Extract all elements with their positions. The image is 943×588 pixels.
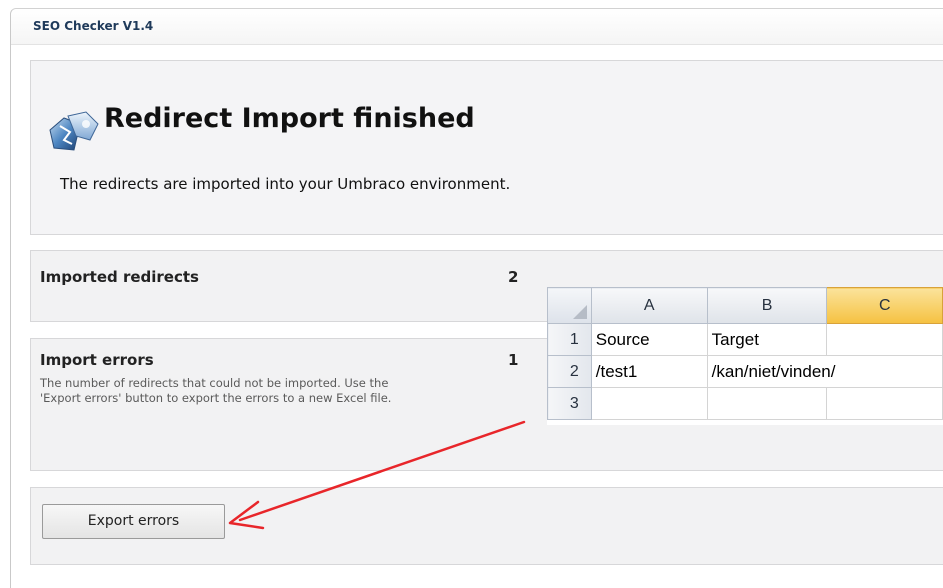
window-title: SEO Checker V1.4	[33, 19, 154, 33]
seo-checker-logo-icon	[49, 111, 99, 151]
header-panel	[30, 60, 943, 235]
row-header-1[interactable]: 1	[547, 323, 592, 356]
row-header-2[interactable]: 2	[547, 355, 592, 388]
column-header-c[interactable]: C	[826, 287, 943, 324]
select-all-triangle-icon	[572, 305, 587, 319]
seo-checker-app: SEO Checker V1.4 Redirect Import finishe…	[0, 0, 943, 588]
cell-b3[interactable]	[706, 387, 828, 420]
export-errors-button[interactable]: Export errors	[42, 504, 225, 539]
page-title: Redirect Import finished	[104, 103, 475, 134]
import-errors-description: The number of redirects that could not b…	[40, 376, 392, 405]
title-bar: SEO Checker V1.4	[11, 9, 943, 45]
cell-a2[interactable]: /test1	[590, 355, 708, 388]
column-header-b[interactable]: B	[706, 287, 828, 324]
cell-c1[interactable]	[826, 323, 943, 356]
imported-redirects-label: Imported redirects	[40, 268, 199, 286]
imported-redirects-count: 2	[508, 268, 519, 286]
cell-b1[interactable]: Target	[706, 323, 828, 356]
excel-grid: A B C 1 Source Target 2 /test1 /kan/niet…	[547, 287, 943, 420]
cell-a1[interactable]: Source	[590, 323, 708, 356]
select-all-corner[interactable]	[547, 287, 592, 324]
import-errors-count: 1	[508, 351, 519, 369]
page-subtitle: The redirects are imported into your Umb…	[60, 175, 511, 193]
cell-b2[interactable]: /kan/niet/vinden/	[706, 355, 943, 388]
cell-c3[interactable]	[826, 387, 943, 420]
column-header-a[interactable]: A	[590, 287, 708, 324]
import-errors-label: Import errors	[40, 351, 154, 369]
row-header-3[interactable]: 3	[547, 387, 592, 420]
cell-a3[interactable]	[590, 387, 708, 420]
excel-preview: A B C 1 Source Target 2 /test1 /kan/niet…	[547, 287, 943, 425]
